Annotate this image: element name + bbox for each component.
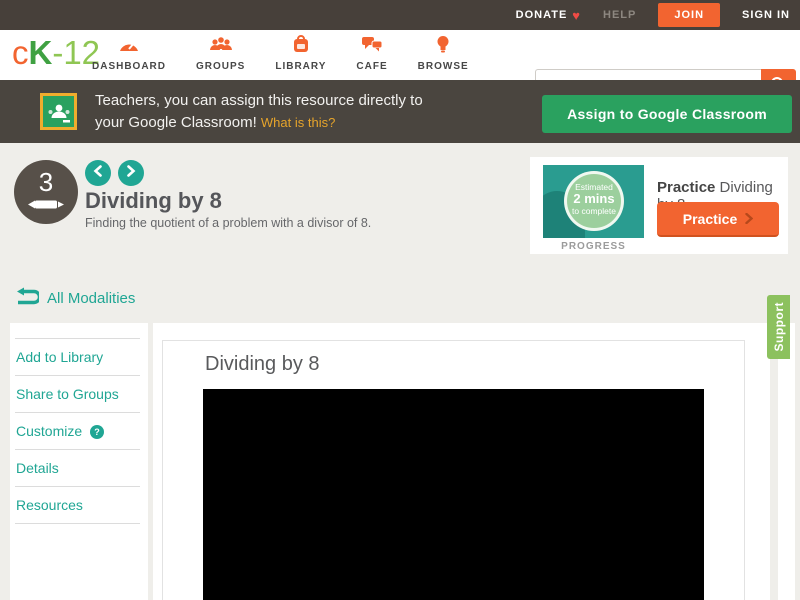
- nav-item-label: GROUPS: [196, 61, 245, 72]
- ck12-logo[interactable]: cK-12: [12, 34, 100, 72]
- nav-item-label: BROWSE: [418, 61, 469, 72]
- actions-sidebar: Add to Library Share to Groups Customize…: [10, 323, 148, 600]
- nav-item-label: LIBRARY: [275, 61, 326, 72]
- all-modalities-link[interactable]: All Modalities: [15, 287, 135, 309]
- practice-button-label: Practice: [683, 211, 737, 227]
- estimated-time-badge: Estimated 2 mins to complete: [564, 171, 624, 231]
- page: DONATE ♥ HELP JOIN SIGN IN cK-12 DASHBOA…: [0, 0, 800, 600]
- sidebar-item-details[interactable]: Details: [15, 450, 140, 487]
- practice-title-bold: Practice: [657, 179, 715, 196]
- banner-line1: Teachers, you can assign this resource d…: [95, 90, 423, 112]
- nav-items: DASHBOARD GROUPS LIBRARY CAFE: [92, 35, 469, 72]
- backpack-icon: [292, 35, 310, 58]
- crayon-icon: [27, 198, 65, 215]
- help-link[interactable]: HELP: [603, 9, 636, 21]
- sidebar-list: Add to Library Share to Groups Customize…: [15, 338, 140, 524]
- lesson-title: Dividing by 8: [85, 188, 222, 214]
- sidebar-item-customize[interactable]: Customize ?: [15, 413, 140, 450]
- help-question-icon[interactable]: ?: [90, 425, 104, 439]
- progress-label: PROGRESS: [543, 241, 644, 252]
- practice-button[interactable]: Practice: [657, 202, 779, 237]
- sign-in-link[interactable]: SIGN IN: [742, 9, 790, 21]
- practice-card: Estimated 2 mins to complete PROGRESS Pr…: [530, 157, 788, 254]
- support-label: Support: [772, 302, 786, 352]
- chevron-right-icon: [126, 164, 136, 182]
- lesson-pager: [85, 160, 144, 186]
- donate-link[interactable]: DONATE ♥: [516, 8, 581, 23]
- nav-item-cafe[interactable]: CAFE: [356, 35, 387, 72]
- gauge-icon: [118, 35, 140, 58]
- lesson-subtitle: Finding the quotient of a problem with a…: [85, 216, 371, 230]
- sidebar-item-add-to-library[interactable]: Add to Library: [15, 339, 140, 376]
- lesson-number: 3: [14, 167, 78, 198]
- join-button[interactable]: JOIN: [658, 3, 720, 27]
- content-box: Dividing by 8: [162, 340, 745, 600]
- practice-thumbnail[interactable]: Estimated 2 mins to complete: [543, 165, 644, 238]
- previous-lesson-button[interactable]: [85, 160, 111, 186]
- chevron-left-icon: [93, 164, 103, 182]
- nav-item-library[interactable]: LIBRARY: [275, 35, 326, 72]
- people-icon: [209, 35, 233, 58]
- main-content-panel: Dividing by 8: [153, 323, 770, 600]
- all-modalities-label: All Modalities: [47, 290, 135, 307]
- return-arrow-icon: [15, 287, 39, 309]
- video-player[interactable]: [203, 389, 704, 600]
- nav-item-groups[interactable]: GROUPS: [196, 35, 245, 72]
- estimated-line3: to complete: [567, 206, 621, 216]
- logo-k: K: [29, 34, 53, 71]
- main-navbar: cK-12 DASHBOARD GROUPS LIBRARY: [0, 30, 800, 80]
- support-tab[interactable]: Support: [767, 295, 790, 359]
- nav-item-browse[interactable]: BROWSE: [418, 35, 469, 72]
- sidebar-item-label: Customize: [16, 423, 82, 439]
- chat-bubbles-icon: [361, 35, 383, 58]
- nav-item-dashboard[interactable]: DASHBOARD: [92, 35, 166, 72]
- right-edge-panel: [778, 323, 795, 600]
- banner-text: Teachers, you can assign this resource d…: [95, 90, 423, 134]
- lesson-level-badge: 3: [14, 160, 78, 224]
- google-classroom-icon: [40, 93, 77, 130]
- content-heading: Dividing by 8: [205, 353, 320, 376]
- logo-c: c: [12, 34, 29, 71]
- next-lesson-button[interactable]: [118, 160, 144, 186]
- nav-item-label: DASHBOARD: [92, 61, 166, 72]
- what-is-this-link[interactable]: What is this?: [261, 115, 335, 130]
- sidebar-item-resources[interactable]: Resources: [15, 487, 140, 524]
- estimated-line2: 2 mins: [567, 192, 621, 206]
- banner-line2: your Google Classroom!: [95, 114, 257, 131]
- lightbulb-icon: [436, 35, 450, 58]
- donate-label: DONATE: [516, 9, 568, 21]
- top-utility-bar: DONATE ♥ HELP JOIN SIGN IN: [0, 0, 800, 30]
- assign-to-classroom-button[interactable]: Assign to Google Classroom: [542, 95, 792, 133]
- google-classroom-banner: Teachers, you can assign this resource d…: [0, 80, 800, 143]
- sidebar-item-share-to-groups[interactable]: Share to Groups: [15, 376, 140, 413]
- nav-item-label: CAFE: [356, 61, 387, 72]
- heart-icon: ♥: [572, 8, 581, 23]
- chevron-right-icon: [745, 211, 753, 227]
